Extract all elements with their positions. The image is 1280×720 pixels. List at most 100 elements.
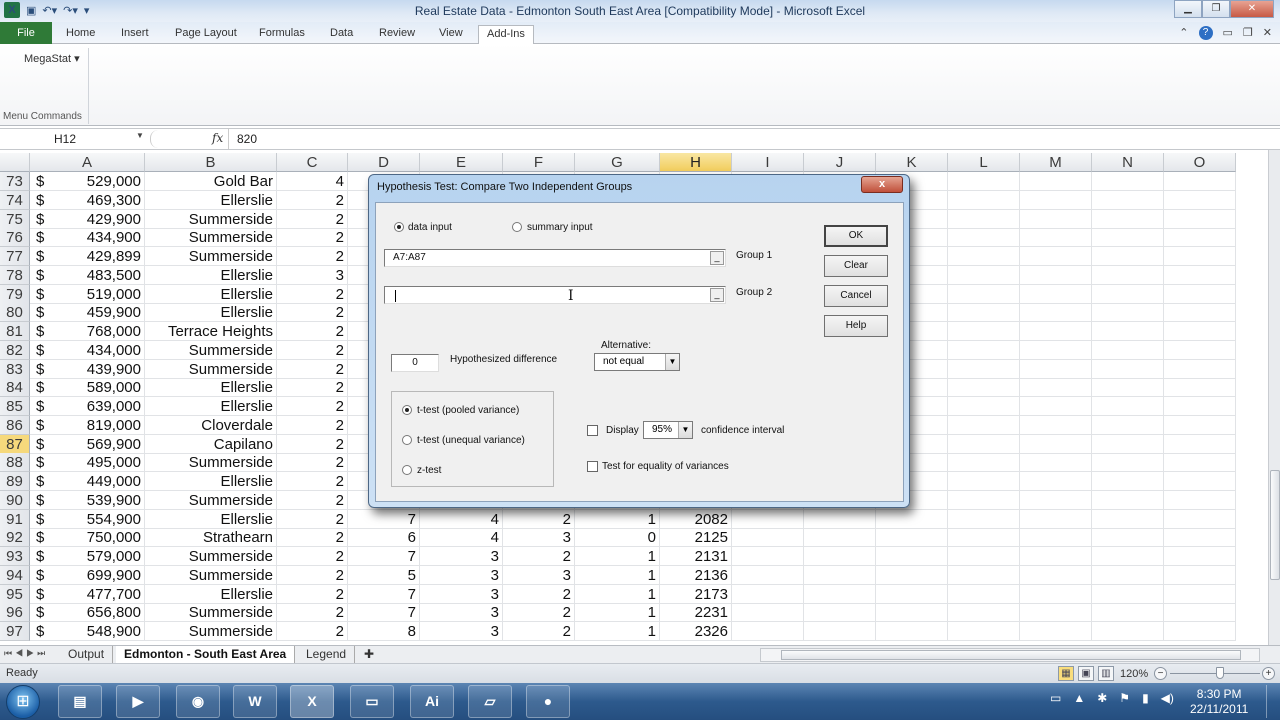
- cell-g95[interactable]: 1: [575, 584, 660, 604]
- cell-b81[interactable]: Terrace Heights: [145, 322, 277, 341]
- workbook-restore-icon[interactable]: ❐: [1243, 26, 1253, 40]
- cell-c86[interactable]: 2: [277, 415, 348, 435]
- cell-c81[interactable]: 2: [277, 322, 348, 341]
- alternative-select[interactable]: not equal ▼: [594, 353, 680, 371]
- cell-c91[interactable]: 2: [277, 509, 348, 529]
- cell-a95[interactable]: 477,700: [30, 584, 145, 604]
- cell-i92[interactable]: [732, 528, 804, 548]
- cell-b78[interactable]: Ellerslie: [145, 265, 277, 285]
- cell-o80[interactable]: [1164, 303, 1236, 323]
- name-box-dropdown-icon[interactable]: ▼: [136, 131, 144, 140]
- summary-input-radio[interactable]: [512, 222, 522, 232]
- zoom-slider-thumb[interactable]: [1215, 667, 1224, 679]
- cell-n93[interactable]: [1092, 547, 1164, 566]
- dialog-close-button[interactable]: x: [861, 176, 903, 193]
- cell-b93[interactable]: Summerside: [145, 547, 277, 566]
- page-layout-view-icon[interactable]: ▣: [1078, 666, 1094, 681]
- cell-m77[interactable]: [1020, 247, 1092, 266]
- zoom-level[interactable]: 120%: [1120, 668, 1148, 680]
- help-button[interactable]: Help: [824, 315, 888, 337]
- sheet-tab-edmonton[interactable]: Edmonton - South East Area: [116, 646, 296, 663]
- ok-button[interactable]: OK: [824, 225, 888, 247]
- cell-l90[interactable]: [948, 490, 1020, 510]
- bluetooth-icon[interactable]: ✱: [1097, 691, 1107, 705]
- cell-i94[interactable]: [732, 565, 804, 585]
- cell-g96[interactable]: 1: [575, 603, 660, 623]
- cell-l96[interactable]: [948, 603, 1020, 623]
- confidence-level-select[interactable]: 95% ▼: [643, 421, 693, 439]
- cell-a96[interactable]: 656,800: [30, 603, 145, 623]
- cell-o76[interactable]: [1164, 228, 1236, 248]
- column-header-c[interactable]: C: [277, 153, 348, 172]
- taskbar-word-icon[interactable]: W: [233, 685, 277, 718]
- cell-m95[interactable]: [1020, 584, 1092, 604]
- cell-a80[interactable]: 459,900: [30, 303, 145, 323]
- cell-b84[interactable]: Ellerslie: [145, 378, 277, 398]
- tab-data[interactable]: Data: [322, 25, 361, 41]
- cell-c93[interactable]: 2: [277, 547, 348, 566]
- cell-m78[interactable]: [1020, 265, 1092, 285]
- column-header-h[interactable]: H: [660, 153, 732, 172]
- cell-b90[interactable]: Summerside: [145, 490, 277, 510]
- cell-f95[interactable]: 2: [503, 584, 575, 604]
- column-header-i[interactable]: I: [732, 153, 804, 172]
- cell-l88[interactable]: [948, 453, 1020, 473]
- sheet-tab-output[interactable]: Output: [60, 646, 114, 663]
- cell-o77[interactable]: [1164, 247, 1236, 266]
- cell-m92[interactable]: [1020, 528, 1092, 548]
- t-test-pooled-radio[interactable]: [402, 405, 412, 415]
- chevron-down-icon[interactable]: ▼: [678, 422, 692, 438]
- row-header[interactable]: 88: [0, 453, 30, 473]
- row-header[interactable]: 85: [0, 397, 30, 416]
- cell-o89[interactable]: [1164, 472, 1236, 491]
- cell-c73[interactable]: 4: [277, 172, 348, 191]
- cell-i95[interactable]: [732, 584, 804, 604]
- cell-b88[interactable]: Summerside: [145, 453, 277, 473]
- row-header[interactable]: 82: [0, 340, 30, 360]
- cell-m83[interactable]: [1020, 359, 1092, 379]
- cell-i93[interactable]: [732, 547, 804, 566]
- name-box[interactable]: H12: [0, 130, 146, 148]
- cell-a94[interactable]: 699,900: [30, 565, 145, 585]
- cell-f94[interactable]: 3: [503, 565, 575, 585]
- cell-o94[interactable]: [1164, 565, 1236, 585]
- cell-m86[interactable]: [1020, 415, 1092, 435]
- cell-h92[interactable]: 2125: [660, 528, 732, 548]
- tab-file[interactable]: File: [0, 22, 52, 44]
- cell-n86[interactable]: [1092, 415, 1164, 435]
- cell-b74[interactable]: Ellerslie: [145, 190, 277, 210]
- cell-a88[interactable]: 495,000: [30, 453, 145, 473]
- cell-n78[interactable]: [1092, 265, 1164, 285]
- cell-c83[interactable]: 2: [277, 359, 348, 379]
- tab-home[interactable]: Home: [58, 25, 103, 41]
- cell-f97[interactable]: 2: [503, 622, 575, 641]
- summary-input-label[interactable]: summary input: [527, 222, 593, 233]
- cell-m80[interactable]: [1020, 303, 1092, 323]
- cell-c84[interactable]: 2: [277, 378, 348, 398]
- row-header[interactable]: 79: [0, 284, 30, 304]
- cell-l74[interactable]: [948, 190, 1020, 210]
- restore-button[interactable]: ❐: [1202, 0, 1230, 18]
- group1-input[interactable]: A7:A87: [384, 249, 726, 267]
- tab-formulas[interactable]: Formulas: [251, 25, 313, 41]
- t-test-unequal-label[interactable]: t-test (unequal variance): [417, 435, 525, 446]
- cell-c77[interactable]: 2: [277, 247, 348, 266]
- cell-d95[interactable]: 7: [348, 584, 420, 604]
- cell-l89[interactable]: [948, 472, 1020, 491]
- cell-l93[interactable]: [948, 547, 1020, 566]
- cell-d92[interactable]: 6: [348, 528, 420, 548]
- cell-b97[interactable]: Summerside: [145, 622, 277, 641]
- cell-n89[interactable]: [1092, 472, 1164, 491]
- cell-c90[interactable]: 2: [277, 490, 348, 510]
- zoom-out-button[interactable]: −: [1154, 667, 1167, 680]
- zoom-in-button[interactable]: +: [1262, 667, 1275, 680]
- cell-l79[interactable]: [948, 284, 1020, 304]
- volume-icon[interactable]: ◀): [1161, 691, 1174, 705]
- cell-l78[interactable]: [948, 265, 1020, 285]
- cell-o88[interactable]: [1164, 453, 1236, 473]
- column-header-n[interactable]: N: [1092, 153, 1164, 172]
- cell-n83[interactable]: [1092, 359, 1164, 379]
- cell-j92[interactable]: [804, 528, 876, 548]
- vertical-scroll-thumb[interactable]: [1270, 470, 1280, 580]
- cell-l95[interactable]: [948, 584, 1020, 604]
